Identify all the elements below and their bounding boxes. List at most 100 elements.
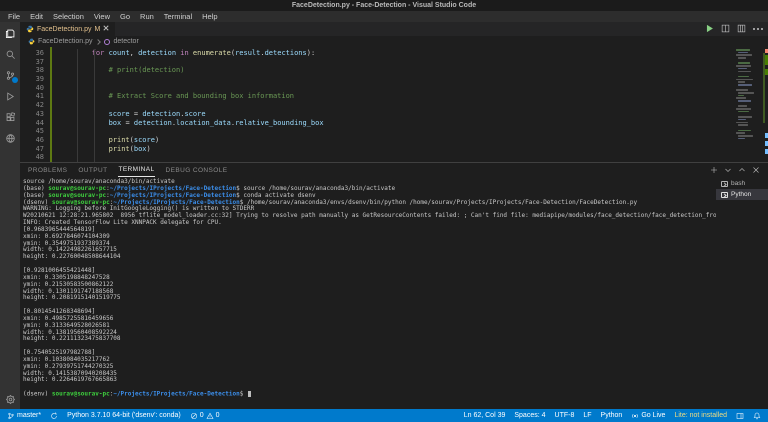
layout-icon[interactable] [736,412,744,420]
terminal-line [23,261,716,268]
panel-tab-problems[interactable]: PROBLEMS [28,163,67,177]
code-text: # Extract Score and bounding box informa… [48,92,294,101]
menu-selection[interactable]: Selection [48,12,89,21]
code-line[interactable]: 44 box = detection.location_data.relativ… [20,119,768,128]
globe-extension-icon[interactable] [4,132,16,144]
terminal-line: [0.9281006455421448] [23,268,716,275]
go-live-button[interactable]: Go Live [631,412,665,420]
python-file-icon [28,38,35,45]
terminal-instance-python[interactable]: Python [716,189,768,200]
code-line[interactable]: 48 [20,153,768,162]
panel-tab-debug-console[interactable]: DEBUG CONSOLE [166,163,228,177]
notifications-bell-icon[interactable] [753,412,761,420]
cursor-position-status[interactable]: Ln 62, Col 39 [464,412,506,419]
line-number: 47 [20,145,48,154]
search-icon[interactable] [4,48,16,60]
line-number: 39 [20,75,48,84]
eol-status[interactable]: LF [583,412,591,419]
tab-bar: FaceDetection.py M [20,22,768,36]
menu-view[interactable]: View [89,12,115,21]
extensions-icon[interactable] [4,111,16,123]
breadcrumb-file[interactable]: FaceDetection.py [38,38,92,45]
panel-actions [710,163,760,177]
code-line[interactable]: 43 score = detection.score [20,110,768,119]
language-mode-status[interactable]: Python [601,412,623,419]
run-python-file-button[interactable] [705,20,714,38]
terminal-line: (dsenv) sourav@sourav-pc:~/Projects/IPro… [23,391,716,398]
line-number: 45 [20,127,48,136]
split-editor-icon[interactable] [721,20,730,38]
tab-facedetection[interactable]: FaceDetection.py M [20,22,116,36]
symbol-method-icon [104,39,110,45]
line-number: 40 [20,84,48,93]
code-line[interactable]: 37 [20,58,768,67]
line-number: 36 [20,49,48,58]
chevron-right-icon [96,39,102,45]
code-line[interactable]: 41 # Extract Score and bounding box info… [20,92,768,101]
terminal-picker-chevron-down-icon[interactable] [724,161,732,179]
minimap[interactable] [736,49,760,140]
line-number: 38 [20,66,48,75]
encoding-status[interactable]: UTF-8 [555,412,575,419]
menu-bar: FileEditSelectionViewGoRunTerminalHelp [0,11,768,22]
menu-file[interactable]: File [3,12,25,21]
breadcrumb-symbol[interactable]: detector [113,38,138,45]
terminal-instance-bash[interactable]: bash [716,178,768,189]
terminal-line: width: 0.13819560408592224 [23,330,716,337]
terminal-cursor [248,391,251,397]
line-number: 37 [20,58,48,67]
indentation-status[interactable]: Spaces: 4 [514,412,545,419]
code-line[interactable]: 40 [20,84,768,93]
broadcast-icon [631,412,639,420]
new-terminal-icon[interactable] [710,161,718,179]
terminal-line: xmin: 0.3305198848247528 [23,275,716,282]
terminal-line: ymin: 0.27939751744270325 [23,364,716,371]
line-number: 41 [20,92,48,101]
more-actions-icon[interactable] [753,28,763,30]
panel-body: source /home/sourav/anaconda3/bin/activa… [20,177,768,409]
code-line[interactable]: 42 [20,101,768,110]
menu-help[interactable]: Help [197,12,222,21]
code-lines: 36 for count, detection in enumerate(res… [20,47,768,162]
terminal-line: ymin: 0.3133649528026581 [23,323,716,330]
extension-notice[interactable]: Lite: not installed [674,412,727,419]
indent-guide [77,49,78,162]
panel-tab-terminal[interactable]: TERMINAL [118,163,154,177]
code-line[interactable]: 36 for count, detection in enumerate(res… [20,49,768,58]
warning-icon [206,412,214,420]
terminal-line: INFO: Created TensorFlow Lite XNNPACK de… [23,220,716,227]
code-editor[interactable]: 36 for count, detection in enumerate(res… [20,47,768,162]
code-line[interactable]: 38 # print(detection) [20,66,768,75]
manage-gear-icon[interactable] [4,393,16,405]
code-text: for count, detection in enumerate(result… [48,49,315,58]
tab-close-icon[interactable] [103,25,109,33]
terminal-line: width: 0.14153870940208435 [23,371,716,378]
terminal-line [23,302,716,309]
terminal-line: xmin: 0.49857255816459656 [23,316,716,323]
terminal-line: height: 0.22111323475837708 [23,336,716,343]
menu-go[interactable]: Go [115,12,135,21]
open-changes-icon[interactable] [737,20,746,38]
maximize-panel-chevron-up-icon[interactable] [738,161,746,179]
status-bar: master* Python 3.7.10 64-bit ('dsenv': c… [0,409,768,422]
code-line[interactable]: 45 [20,127,768,136]
menu-edit[interactable]: Edit [25,12,48,21]
code-line[interactable]: 47 print(box) [20,145,768,154]
panel-tab-output[interactable]: OUTPUT [78,163,107,177]
source-control-icon[interactable] [4,69,16,81]
terminal-output[interactable]: source /home/sourav/anaconda3/bin/activa… [20,177,716,409]
source-control-badge [12,77,18,83]
menu-terminal[interactable]: Terminal [159,12,197,21]
explorer-icon[interactable] [4,27,16,39]
code-line[interactable]: 46 print(score) [20,136,768,145]
editor-column: FaceDetection.py M [20,22,768,409]
problems-status[interactable]: 0 0 [190,412,220,420]
sync-changes-button[interactable] [50,412,58,420]
code-line[interactable]: 39 [20,75,768,84]
panel-header: PROBLEMS OUTPUT TERMINAL DEBUG CONSOLE [20,163,768,177]
run-debug-icon[interactable] [4,90,16,102]
close-panel-icon[interactable] [752,161,760,179]
menu-run[interactable]: Run [135,12,159,21]
python-interpreter-status[interactable]: Python 3.7.10 64-bit ('dsenv': conda) [67,412,181,419]
git-branch-status[interactable]: master* [7,412,41,420]
